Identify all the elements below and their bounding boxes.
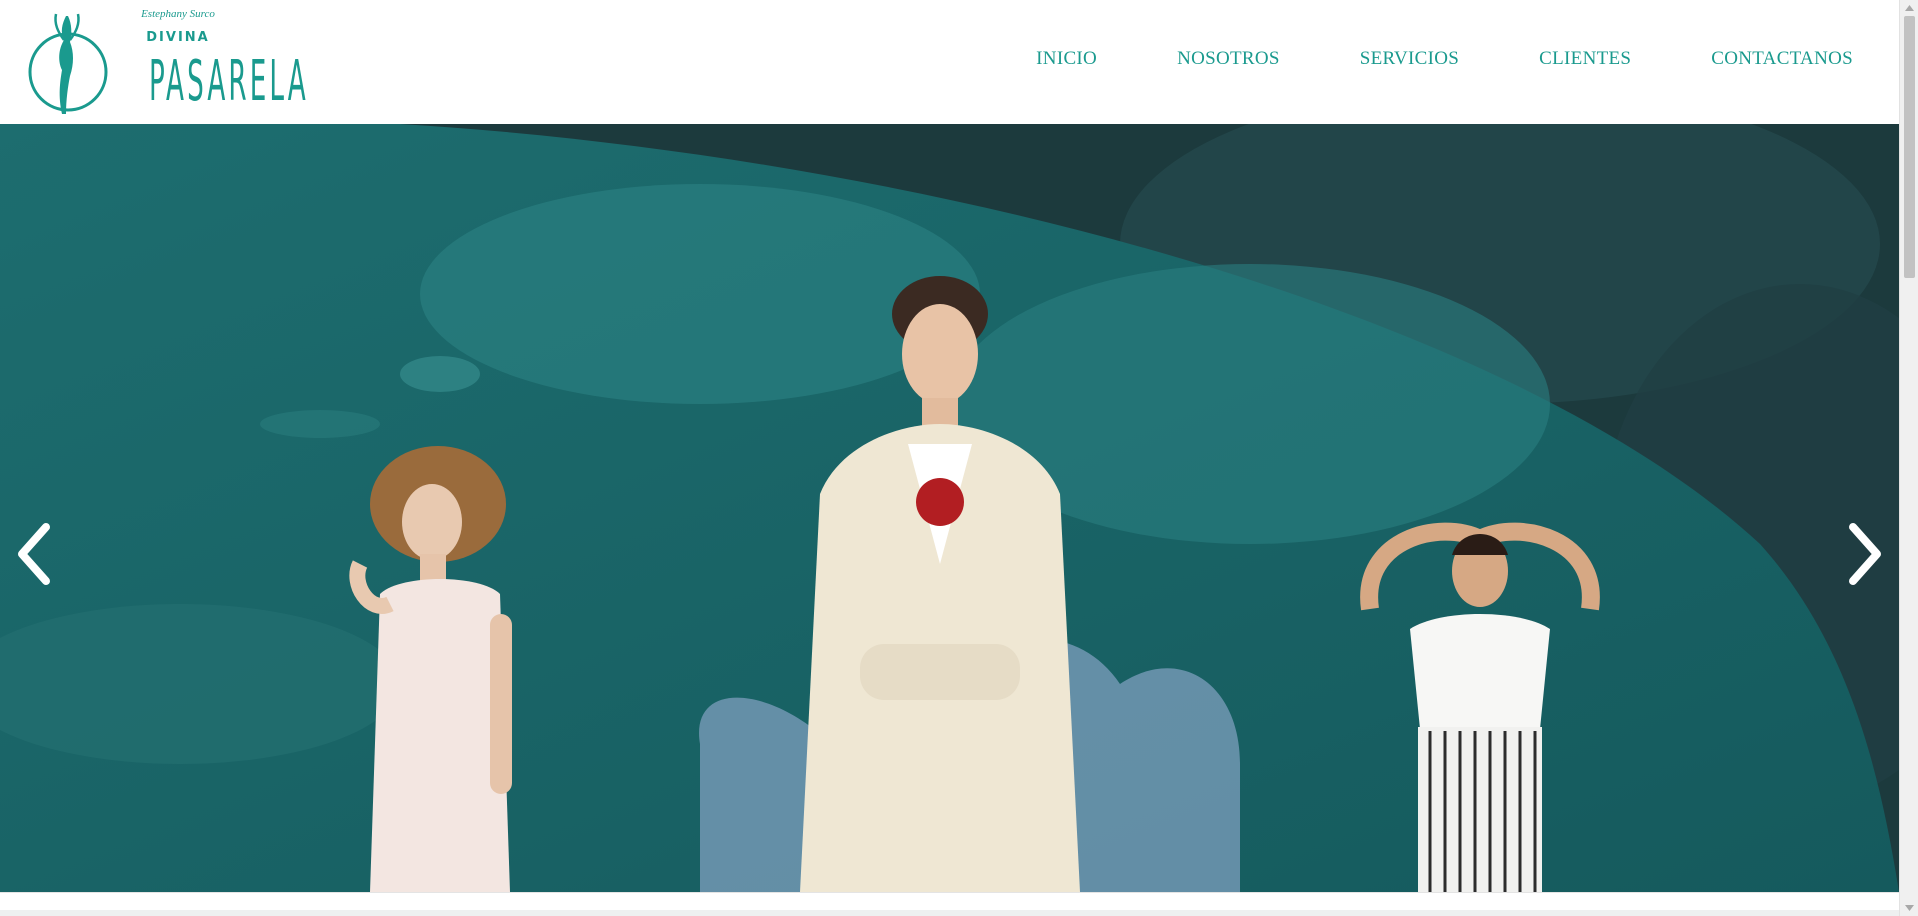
brand-logo[interactable]: Estephany Surco DIVINA PASARELA (28, 4, 308, 122)
horizontal-scroll-track[interactable] (0, 910, 1899, 916)
model-image-right (1360, 522, 1600, 892)
brand-name-line1: DIVINA (146, 30, 210, 45)
brand-name-line2: PASARELA (149, 49, 309, 114)
dancer-emblem-icon (28, 13, 108, 114)
carousel-prev-button[interactable] (4, 514, 64, 594)
scroll-down-button[interactable] (1900, 900, 1918, 916)
main-nav: INICIO NOSOTROS SERVICIOS CLIENTES CONTA… (1036, 48, 1853, 70)
model-image-left (349, 446, 512, 892)
nav-item-servicios[interactable]: SERVICIOS (1360, 48, 1459, 70)
hero-carousel (0, 124, 1899, 892)
model-image-center (800, 276, 1080, 892)
scrollbar-thumb[interactable] (1904, 16, 1915, 278)
chevron-left-icon (18, 523, 50, 585)
scroll-up-button[interactable] (1900, 0, 1918, 16)
nav-item-clientes[interactable]: CLIENTES (1539, 48, 1631, 70)
caret-up-icon (1905, 5, 1914, 11)
brand-tagline: Estephany Surco (141, 8, 215, 20)
chevron-right-icon (1849, 523, 1881, 585)
vertical-scrollbar[interactable] (1899, 0, 1918, 916)
site-header: Estephany Surco DIVINA PASARELA INICIO N… (0, 0, 1899, 124)
nav-item-inicio[interactable]: INICIO (1036, 48, 1097, 70)
carousel-next-button[interactable] (1835, 514, 1895, 594)
caret-down-icon (1905, 905, 1914, 911)
nav-item-contactanos[interactable]: CONTACTANOS (1711, 48, 1853, 70)
nav-item-nosotros[interactable]: NOSOTROS (1177, 48, 1280, 70)
page-footer-strip (0, 892, 1899, 916)
